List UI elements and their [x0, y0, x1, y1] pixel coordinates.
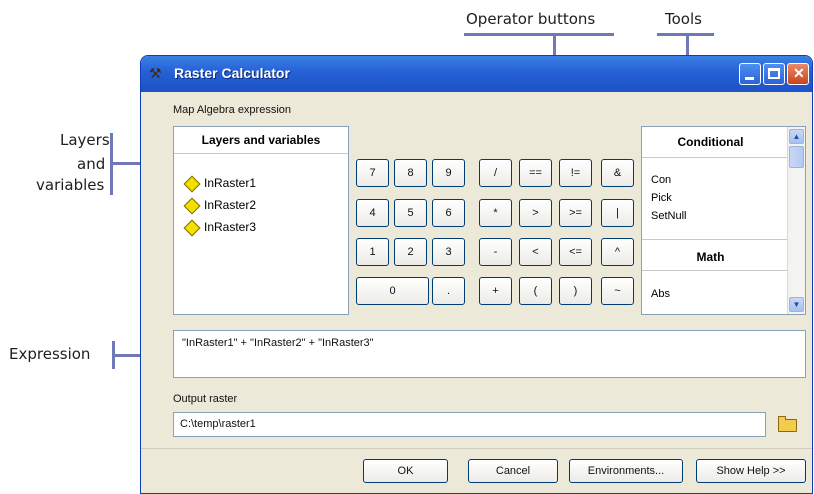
scroll-up-button[interactable]: ▲ [789, 129, 804, 144]
key-decimal[interactable]: . [432, 277, 465, 305]
bottom-separator [141, 448, 812, 449]
key-less-than[interactable]: < [519, 238, 552, 266]
key-not[interactable]: ~ [601, 277, 634, 305]
key-5[interactable]: 5 [394, 199, 427, 227]
key-less-equal[interactable]: <= [559, 238, 592, 266]
output-raster-label: Output raster [173, 393, 238, 405]
scroll-down-button[interactable]: ▼ [789, 297, 804, 312]
key-close-paren[interactable]: ) [559, 277, 592, 305]
maximize-icon [768, 68, 780, 79]
key-2[interactable]: 2 [394, 238, 427, 266]
key-greater-equal[interactable]: >= [559, 199, 592, 227]
minimize-button[interactable] [739, 63, 761, 85]
tools-header-math: Math [696, 250, 725, 264]
tools-divider [642, 239, 789, 240]
minimize-icon [745, 77, 754, 80]
raster-layer-icon [183, 219, 201, 237]
key-open-paren[interactable]: ( [519, 277, 552, 305]
tools-divider [642, 157, 789, 158]
maximize-button[interactable] [763, 63, 785, 85]
tools-divider [642, 270, 789, 271]
title-bar[interactable]: ⚒ Raster Calculator ✕ [141, 56, 812, 92]
close-button[interactable]: ✕ [787, 63, 809, 85]
tools-header-conditional: Conditional [677, 135, 744, 149]
callout-operator-buttons: Operator buttons [466, 10, 596, 28]
callout-layers-line3: variables [36, 176, 105, 194]
tool-item-setnull[interactable]: SetNull [651, 210, 686, 222]
layer-item-inraster3[interactable]: InRaster3 [182, 219, 257, 237]
key-0[interactable]: 0 [356, 277, 429, 305]
key-not-equal[interactable]: != [559, 159, 592, 187]
layers-panel-header: Layers and variables [174, 127, 348, 154]
open-folder-icon [778, 419, 797, 432]
key-8[interactable]: 8 [394, 159, 427, 187]
open-folder-flap [778, 416, 786, 420]
tools-panel[interactable]: Conditional Con Pick SetNull Math Abs ▲ … [641, 126, 806, 315]
close-icon: ✕ [793, 65, 805, 81]
window-title: Raster Calculator [174, 65, 290, 81]
key-xor[interactable]: ^ [601, 238, 634, 266]
layer-item-label: InRaster2 [204, 198, 257, 212]
key-minus[interactable]: - [479, 238, 512, 266]
layer-item-label: InRaster1 [204, 176, 257, 190]
expression-textarea[interactable]: "InRaster1" + "InRaster2" + "InRaster3" [173, 330, 806, 378]
key-9[interactable]: 9 [432, 159, 465, 187]
key-greater-than[interactable]: > [519, 199, 552, 227]
map-algebra-label: Map Algebra expression [173, 104, 292, 116]
key-and[interactable]: & [601, 159, 634, 187]
output-raster-value: C:\temp\raster1 [180, 418, 256, 430]
raster-calculator-window: ⚒ Raster Calculator ✕ Map Algebra expres… [140, 55, 813, 494]
cancel-button[interactable]: Cancel [468, 459, 558, 483]
key-1[interactable]: 1 [356, 238, 389, 266]
raster-layer-icon [183, 175, 201, 193]
callout-expression: Expression [9, 345, 91, 363]
callout-operator-line-h [464, 33, 614, 36]
tools-scrollbar[interactable]: ▲ ▼ [787, 127, 805, 314]
scroll-thumb[interactable] [789, 146, 804, 168]
output-raster-input[interactable]: C:\temp\raster1 [173, 412, 766, 437]
layer-item-inraster2[interactable]: InRaster2 [182, 197, 257, 215]
key-plus[interactable]: + [479, 277, 512, 305]
layer-item-inraster1[interactable]: InRaster1 [182, 175, 257, 193]
tool-item-con[interactable]: Con [651, 174, 671, 186]
key-multiply[interactable]: * [479, 199, 512, 227]
layers-variables-panel[interactable]: Layers and variables InRaster1 InRaster2… [173, 126, 349, 315]
callout-layers-line2: and [77, 155, 106, 173]
key-or[interactable]: | [601, 199, 634, 227]
callout-tools: Tools [665, 10, 702, 28]
tool-item-pick[interactable]: Pick [651, 192, 672, 204]
key-divide[interactable]: / [479, 159, 512, 187]
ok-button[interactable]: OK [363, 459, 448, 483]
key-3[interactable]: 3 [432, 238, 465, 266]
raster-layer-icon [183, 197, 201, 215]
hammer-icon: ⚒ [149, 65, 162, 81]
browse-button[interactable] [777, 414, 799, 434]
show-help-button[interactable]: Show Help >> [696, 459, 806, 483]
layer-item-label: InRaster3 [204, 220, 257, 234]
key-6[interactable]: 6 [432, 199, 465, 227]
expression-text: "InRaster1" + "InRaster2" + "InRaster3" [182, 337, 374, 349]
key-equal[interactable]: == [519, 159, 552, 187]
environments-button[interactable]: Environments... [569, 459, 683, 483]
key-7[interactable]: 7 [356, 159, 389, 187]
tool-item-abs[interactable]: Abs [651, 288, 670, 300]
callout-layers-line1: Layers [60, 131, 110, 149]
key-4[interactable]: 4 [356, 199, 389, 227]
